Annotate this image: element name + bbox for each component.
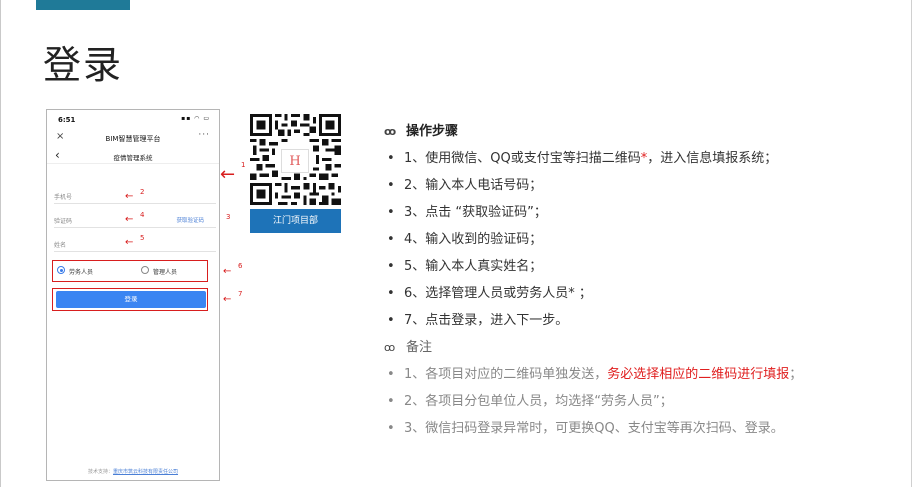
step-text: 1、使用微信、QQ或支付宝等扫描二维码 (404, 151, 641, 166)
status-time: 6:51 (58, 116, 76, 124)
nav-title: BIM智慧管理平台 (105, 135, 161, 143)
note-item: • 2、各项目分包单位人员，均选择“劳务人员”； (384, 388, 904, 415)
annotation-number-1: 1 (241, 161, 246, 169)
annotation-number-7: 7 (238, 290, 243, 298)
annotation-number-3: 3 (226, 213, 231, 221)
code-field[interactable]: 验证码 获取验证码 (54, 212, 216, 228)
labor-radio[interactable] (57, 266, 65, 274)
manager-radio-label: 管理人员 (153, 269, 178, 276)
signal-wifi-battery-icon: ▪▪ ◠ ▭ (181, 115, 210, 122)
step-text: 7、点击登录，进入下一步。 (404, 313, 569, 328)
link-icon: ꝏ (384, 341, 396, 354)
bullet: • (387, 367, 395, 382)
note-text: 2、各项目分包单位人员，均选择“劳务人员”； (404, 394, 673, 409)
step-text-suffix: ，进入信息填报系统； (647, 151, 778, 166)
status-bar: 6:51 ▪▪ ◠ ▭ (47, 110, 219, 130)
slide-left-border (0, 0, 1, 487)
footer: 技术支持：重庆市筑云科技有限责任公司 (47, 468, 219, 475)
slide-right-border (911, 0, 912, 487)
link-icon: ꝏ (384, 125, 397, 138)
annotation-arrow-1: ← (220, 164, 236, 185)
annotation-number-5: 5 (140, 234, 145, 242)
step-item: • 1、使用微信、QQ或支付宝等扫描二维码*，进入信息填报系统； (384, 145, 904, 172)
phone-field-label: 手机号 (54, 194, 73, 201)
title-accent-bar (36, 0, 130, 10)
annotation-arrow-6: ← (223, 266, 232, 277)
bullet: • (387, 178, 395, 193)
login-highlight-box: 登录 (52, 288, 208, 311)
manager-radio[interactable] (141, 266, 149, 274)
step-item: • 5、输入本人真实姓名； (384, 253, 904, 280)
bullet: • (387, 259, 395, 274)
step-text: 2、输入本人电话号码； (404, 178, 543, 193)
step-text: 5、输入本人真实姓名； (404, 259, 543, 274)
labor-radio-label: 劳务人员 (69, 269, 94, 276)
annotation-arrow-5: ← (125, 237, 134, 248)
bullet: • (387, 286, 395, 301)
step-text: 3、点击 “获取验证码”； (404, 205, 547, 220)
annotation-number-4: 4 (140, 211, 145, 219)
steps-heading-text: 操作步骤 (406, 124, 459, 139)
annotation-arrow-4: ← (125, 214, 134, 225)
name-field[interactable]: 姓名 (54, 236, 216, 252)
note-item: • 1、各项目对应的二维码单独发送，务必选择相应的二维码进行填报； (384, 361, 904, 388)
bullet: • (387, 232, 395, 247)
get-code-button[interactable]: 获取验证码 (176, 216, 204, 224)
annotation-number-2: 2 (140, 188, 145, 196)
notes-heading: ꝏ 备注 (384, 334, 904, 361)
bullet: • (387, 394, 395, 409)
login-button[interactable]: 登录 (56, 291, 206, 308)
bullet: • (387, 205, 395, 220)
step-text: 4、输入收到的验证码； (404, 232, 543, 247)
note-text: 1、各项目对应的二维码单独发送， (404, 367, 608, 382)
name-field-label: 姓名 (54, 242, 67, 249)
annotation-arrow-7: ← (223, 294, 232, 305)
page-header: ‹ 疫情管理系统 (47, 148, 219, 164)
step-item: • 4、输入收到的验证码； (384, 226, 904, 253)
role-radio-group: 劳务人员 管理人员 (52, 260, 208, 282)
step-item: • 3、点击 “获取验证码”； (384, 199, 904, 226)
step-item: • 6、选择管理人员或劳务人员* ； (384, 280, 904, 307)
more-icon[interactable]: ··· (198, 130, 210, 140)
notes-heading-text: 备注 (406, 340, 433, 355)
step-item: • 2、输入本人电话号码； (384, 172, 904, 199)
qr-caption: 江门项目部 (250, 209, 341, 233)
note-item: • 3、微信扫码登录异常时，可更换QQ、支付宝等再次扫码、登录。 (384, 415, 904, 442)
annotation-number-6: 6 (238, 262, 243, 270)
note-text-suffix: ； (789, 367, 803, 382)
note-text-red: 务必选择相应的二维码进行填报 (607, 367, 790, 382)
bullet: • (387, 151, 395, 166)
footer-company-link[interactable]: 重庆市筑云科技有限责任公司 (113, 469, 178, 475)
bullet: • (387, 313, 395, 328)
footer-prefix: 技术支持： (87, 469, 113, 475)
instructions-panel: ꝏ 操作步骤 • 1、使用微信、QQ或支付宝等扫描二维码*，进入信息填报系统； • 2… (384, 118, 904, 442)
bullet: • (387, 421, 395, 436)
phone-screenshot: 6:51 ▪▪ ◠ ▭ × BIM智慧管理平台 ··· ‹ 疫情管理系统 手机号… (46, 109, 220, 481)
qr-center-logo: H (281, 149, 309, 173)
step-item: • 7、点击登录，进入下一步。 (384, 307, 904, 334)
page-title: 疫情管理系统 (113, 154, 153, 162)
steps-heading: ꝏ 操作步骤 (384, 118, 904, 145)
code-field-label: 验证码 (54, 218, 73, 225)
annotation-arrow-2: ← (125, 191, 134, 202)
nav-bar: × BIM智慧管理平台 ··· (47, 130, 219, 148)
step-text: 6、选择管理人员或劳务人员* ； (404, 286, 592, 301)
slide-title: 登录 (43, 43, 124, 87)
phone-field[interactable]: 手机号 (54, 188, 216, 204)
note-text: 3、微信扫码登录异常时，可更换QQ、支付宝等再次扫码、登录。 (404, 421, 784, 436)
